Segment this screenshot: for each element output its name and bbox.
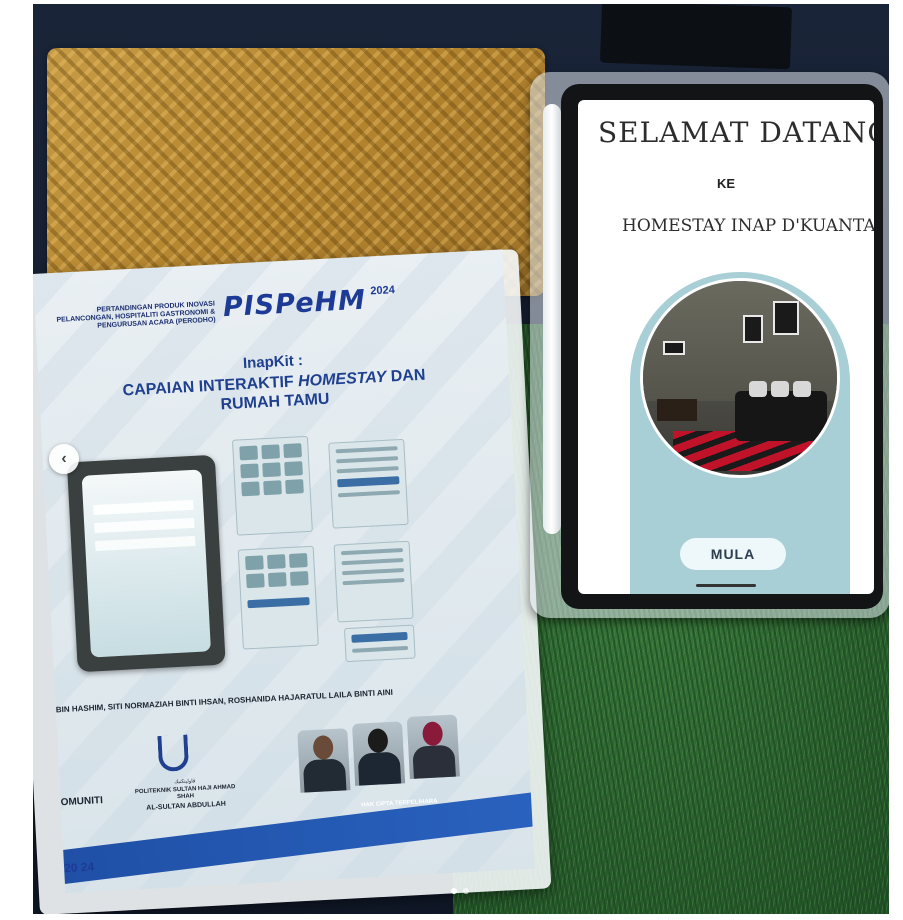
author-photo-3 [406, 714, 460, 779]
product-title-line2: RUMAH TAMU [220, 390, 330, 414]
app-screenshot-details [333, 540, 414, 623]
poster-corner-year: 20 24 [63, 859, 95, 876]
author-photo-1 [297, 728, 351, 793]
app-screenshot-form [328, 438, 409, 529]
phone-mockup-screen [81, 469, 211, 658]
product-title-italic: HOMESTAY [297, 368, 387, 391]
photo: PERTANDINGAN PRODUK INOVASI PELANCONGAN,… [33, 4, 889, 914]
welcome-heading: SELAMAT DATANG [598, 116, 874, 149]
author-photo-2 [351, 721, 406, 786]
home-indicator [696, 584, 756, 587]
homestay-name: HOMESTAY INAP D'KUANTAN [622, 216, 874, 236]
authors: BIN HASHIM, SITI NORMAZIAH BINTI IHSAN, … [55, 687, 394, 715]
carousel-prev-button[interactable]: ‹ [49, 444, 79, 474]
app-screenshot-booking [343, 624, 416, 663]
black-pouch [599, 4, 793, 70]
app-screenshot-menu-2 [237, 545, 319, 650]
komuniti-label: OMUNITI [60, 795, 104, 809]
university-logo [157, 734, 190, 773]
chevron-left-icon: ‹ [61, 450, 67, 467]
living-room-photo [640, 278, 840, 478]
competition-logo-year: 2024 [370, 284, 396, 298]
competition-logo: PISPeHM [222, 284, 367, 324]
welcome-ke: KE [716, 176, 736, 191]
tablet-screen: SELAMAT DATANG KE HOMESTAY INAP D'KUANTA… [578, 100, 874, 594]
competition-name: PERTANDINGAN PRODUK INOVASI PELANCONGAN,… [56, 300, 216, 330]
product-title-part2: DAN [385, 366, 426, 386]
app-screenshot-menu [231, 435, 313, 536]
stylus-pencil [543, 104, 561, 534]
poster-footer-band [42, 789, 535, 887]
carousel-dot-1[interactable] [451, 888, 457, 894]
start-button[interactable]: MULA [680, 538, 786, 570]
phone-mockup [66, 454, 226, 673]
carousel-dot-2[interactable] [463, 888, 469, 894]
phone-mockup-text [93, 499, 194, 516]
poster: PERTANDINGAN PRODUK INOVASI PELANCONGAN,… [33, 249, 535, 894]
